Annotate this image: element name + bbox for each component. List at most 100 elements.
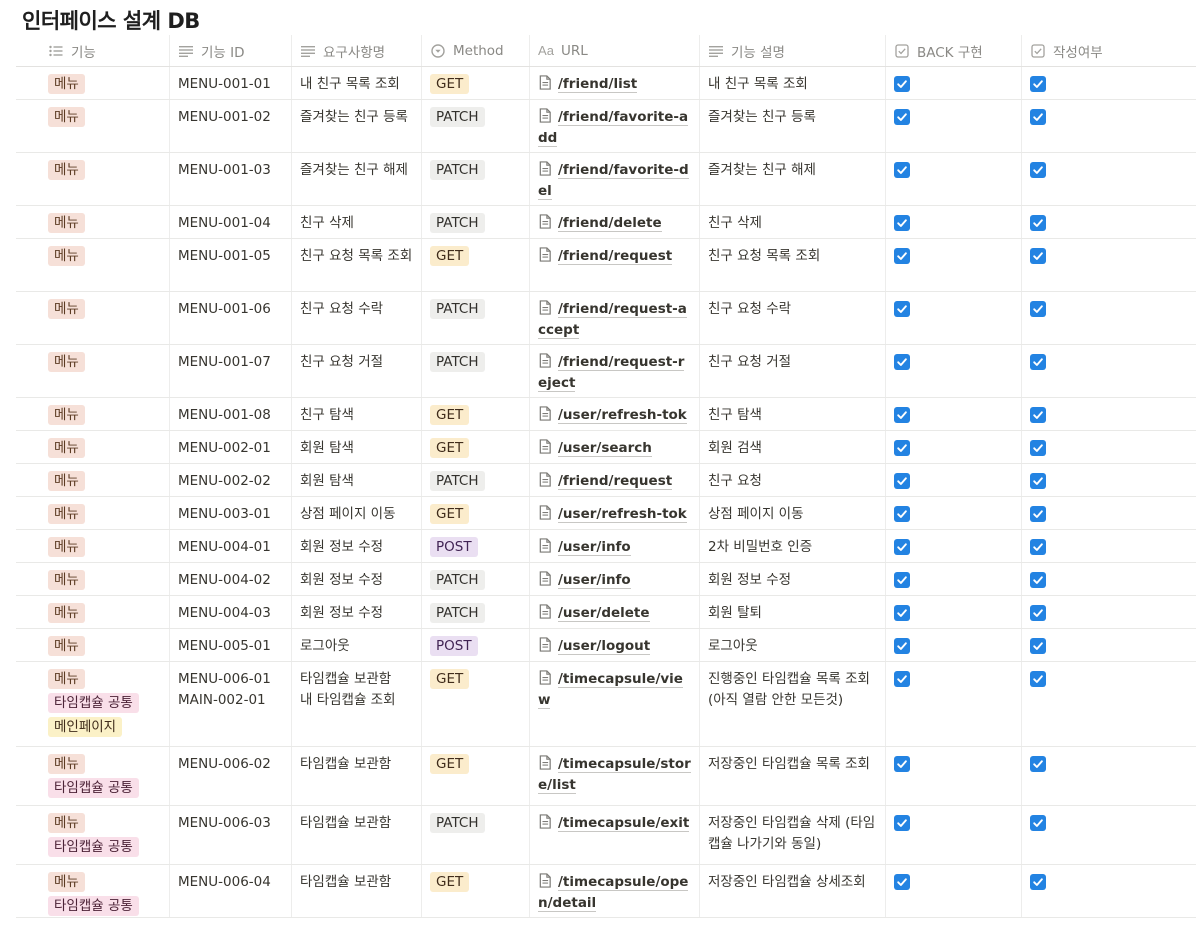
cell-function[interactable]: 메뉴 [16,100,170,152]
table-row[interactable]: 메뉴 MENU-004-03 회원 정보 수정 PATCH/user/delete 회원… [16,596,1196,629]
back-checkbox[interactable] [894,638,910,654]
cell-url[interactable]: /user/delete [530,596,700,628]
written-checkbox[interactable] [1030,76,1046,92]
cell-url[interactable]: /friend/request-reject [530,345,700,397]
back-checkbox[interactable] [894,671,910,687]
cell-written[interactable] [1022,563,1196,595]
cell-written[interactable] [1022,100,1196,152]
cell-written[interactable] [1022,464,1196,496]
cell-back-implemented[interactable] [886,464,1022,496]
cell-back-implemented[interactable] [886,100,1022,152]
cell-function[interactable]: 메뉴 [16,239,170,291]
back-checkbox[interactable] [894,539,910,555]
function-tag[interactable]: 메뉴 [48,352,85,372]
cell-function-id[interactable]: MENU-001-05 [170,239,292,291]
url-link[interactable]: /user/info [558,572,631,589]
cell-url[interactable]: /user/search [530,431,700,463]
cell-back-implemented[interactable] [886,292,1022,344]
cell-requirement[interactable]: 내 친구 목록 조회 [292,67,422,99]
back-checkbox[interactable] [894,605,910,621]
column-header[interactable]: BACK 구현 [886,35,1022,66]
cell-method[interactable]: GET [422,865,530,917]
cell-method[interactable]: PATCH [422,292,530,344]
cell-function-id[interactable]: MENU-002-01 [170,431,292,463]
url-link[interactable]: /user/delete [558,605,650,622]
table-row[interactable]: 메뉴 MENU-004-01 회원 정보 수정 POST/user/info 2차 비밀… [16,530,1196,563]
cell-written[interactable] [1022,292,1196,344]
table-row[interactable]: 메뉴 타임캡슐 공통 MENU-006-02 타임캡슐 보관함 GET/timecaps… [16,747,1196,806]
function-tag[interactable]: 타임캡슐 공통 [48,896,139,916]
function-tag[interactable]: 메뉴 [48,246,85,266]
url-link[interactable]: /friend/request-accept [538,301,687,339]
cell-description[interactable]: 2차 비밀번호 인증 [700,530,886,562]
table-row[interactable]: 메뉴 MENU-001-06 친구 요청 수락 PATCH/friend/reques… [16,292,1196,345]
cell-description[interactable]: 회원 정보 수정 [700,563,886,595]
written-checkbox[interactable] [1030,539,1046,555]
cell-function-id[interactable]: MENU-001-08 [170,398,292,430]
cell-function[interactable]: 메뉴 [16,464,170,496]
cell-description[interactable]: 저장중인 타임캡슐 삭제 (타임캡슐 나가기와 동일) [700,806,886,864]
written-checkbox[interactable] [1030,506,1046,522]
cell-requirement[interactable]: 즐겨찾는 친구 등록 [292,100,422,152]
url-link[interactable]: /friend/request [558,248,673,265]
cell-method[interactable]: PATCH [422,206,530,238]
cell-description[interactable]: 저장중인 타임캡슐 목록 조회 [700,747,886,805]
cell-function-id[interactable]: MENU-003-01 [170,497,292,529]
table-row[interactable]: 메뉴 타임캡슐 공통 MENU-006-04 타임캡슐 보관함 GET/timecaps… [16,865,1196,918]
written-checkbox[interactable] [1030,605,1046,621]
cell-function-id[interactable]: MENU-004-02 [170,563,292,595]
written-checkbox[interactable] [1030,354,1046,370]
cell-written[interactable] [1022,530,1196,562]
cell-back-implemented[interactable] [886,239,1022,291]
url-link[interactable]: /friend/list [558,76,638,93]
cell-written[interactable] [1022,239,1196,291]
written-checkbox[interactable] [1030,248,1046,264]
cell-requirement[interactable]: 타임캡슐 보관함 [292,865,422,917]
written-checkbox[interactable] [1030,671,1046,687]
function-tag[interactable]: 메뉴 [48,471,85,491]
table-row[interactable]: 메뉴 MENU-002-01 회원 탐색 GET/user/search 회원 검색 [16,431,1196,464]
back-checkbox[interactable] [894,248,910,264]
table-row[interactable]: 메뉴 MENU-001-07 친구 요청 거절 PATCH/friend/reques… [16,345,1196,398]
written-checkbox[interactable] [1030,215,1046,231]
cell-url[interactable]: /timecapsule/store/list [530,747,700,805]
back-checkbox[interactable] [894,815,910,831]
cell-method[interactable]: GET [422,431,530,463]
cell-method[interactable]: POST [422,530,530,562]
url-link[interactable]: /user/refresh-token [538,506,687,529]
cell-url[interactable]: /user/logout [530,629,700,661]
cell-requirement[interactable]: 타임캡슐 보관함 [292,747,422,805]
table-row[interactable]: 메뉴 MENU-002-02 회원 탐색 PATCH/friend/request 친구… [16,464,1196,497]
cell-url[interactable]: /user/info [530,563,700,595]
back-checkbox[interactable] [894,572,910,588]
cell-function[interactable]: 메뉴 [16,431,170,463]
url-link[interactable]: /timecapsule/store/list [538,756,691,794]
cell-method[interactable]: GET [422,67,530,99]
column-header[interactable]: 요구사항명 [292,35,422,66]
cell-written[interactable] [1022,345,1196,397]
cell-function[interactable]: 메뉴 [16,497,170,529]
back-checkbox[interactable] [894,162,910,178]
cell-description[interactable]: 친구 요청 거절 [700,345,886,397]
cell-method[interactable]: PATCH [422,153,530,205]
table-row[interactable]: 메뉴 MENU-001-03 즐겨찾는 친구 해제 PATCH/friend/favo… [16,153,1196,206]
table-row[interactable]: 메뉴 타임캡슐 공통 MENU-006-03 타임캡슐 보관함 PATCH/timeca… [16,806,1196,865]
cell-description[interactable]: 회원 검색 [700,431,886,463]
cell-function-id[interactable]: MENU-004-01 [170,530,292,562]
function-tag[interactable]: 메뉴 [48,872,85,892]
table-row[interactable]: 메뉴 MENU-001-01 내 친구 목록 조회 GET/friend/list 내 … [16,67,1196,100]
url-link[interactable]: /friend/favorite-add [538,109,689,147]
cell-description[interactable]: 로그아웃 [700,629,886,661]
cell-written[interactable] [1022,806,1196,864]
cell-description[interactable]: 저장중인 타임캡슐 상세조회 [700,865,886,917]
cell-requirement[interactable]: 친구 요청 거절 [292,345,422,397]
cell-description[interactable]: 내 친구 목록 조회 [700,67,886,99]
written-checkbox[interactable] [1030,162,1046,178]
cell-function-id[interactable]: MENU-006-04 [170,865,292,917]
cell-description[interactable]: 진행중인 타임캡슐 목록 조회 (아직 열람 안한 모든것) [700,662,886,746]
cell-function-id[interactable]: MENU-001-04 [170,206,292,238]
cell-function[interactable]: 메뉴 [16,398,170,430]
cell-requirement[interactable]: 타임캡슐 보관함 [292,806,422,864]
cell-function[interactable]: 메뉴 [16,206,170,238]
cell-function-id[interactable]: MENU-004-03 [170,596,292,628]
